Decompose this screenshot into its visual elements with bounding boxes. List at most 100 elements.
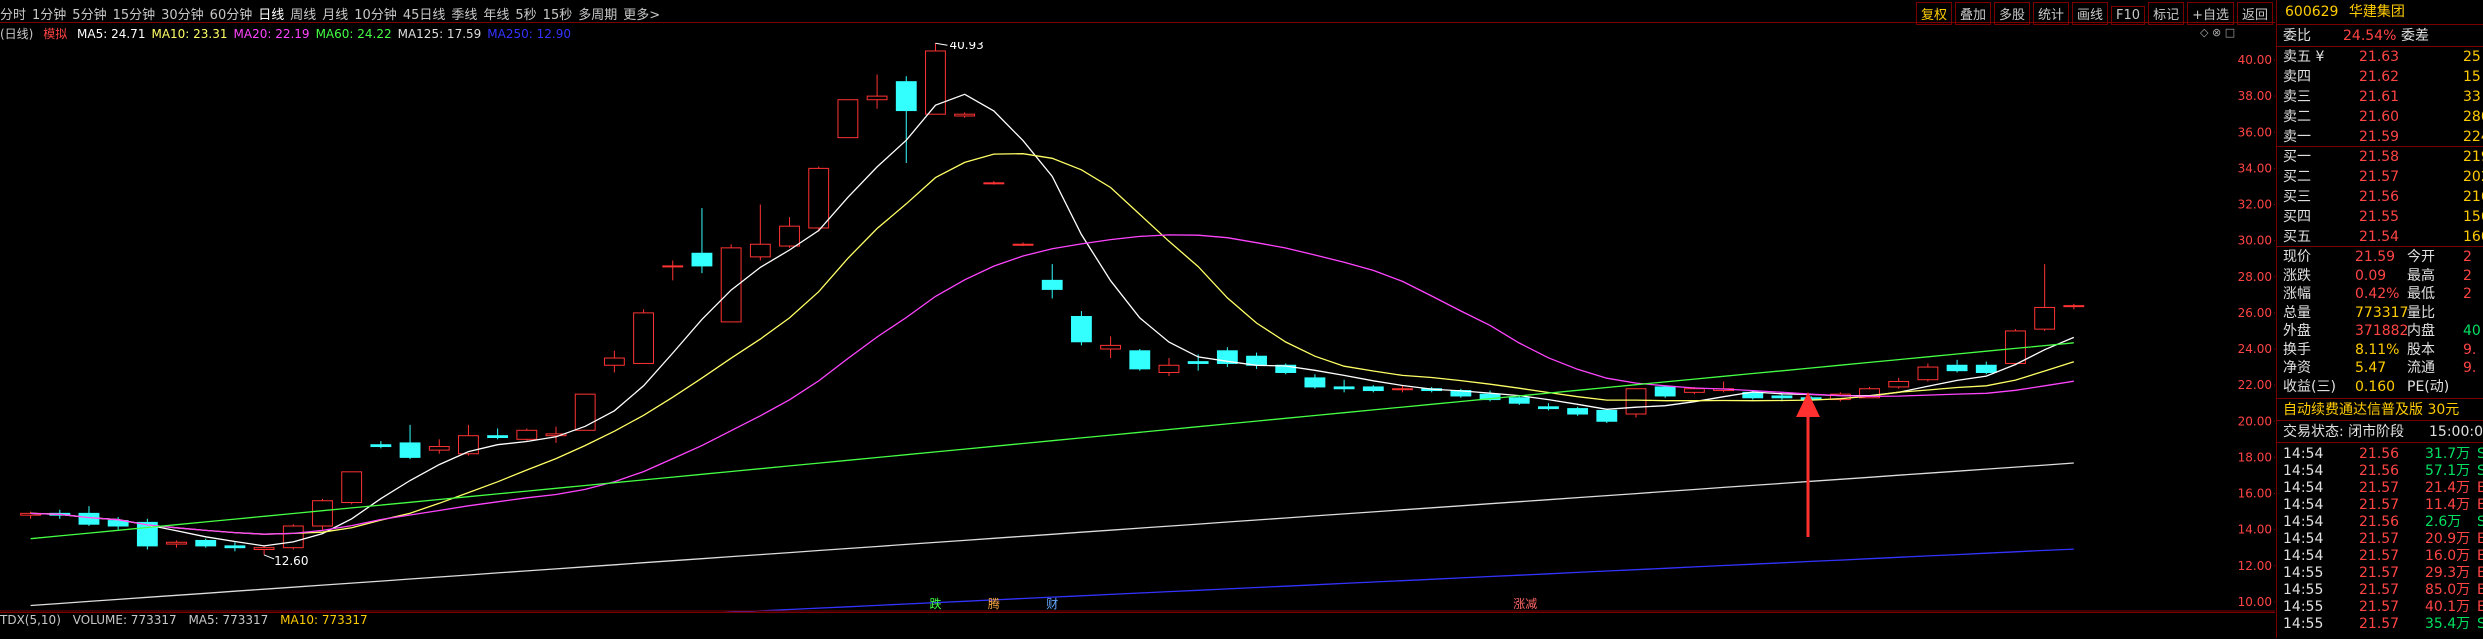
trade-status-label: 交易状态: [2283,424,2344,440]
tick-volume: 85.0万 [2425,582,2471,598]
stat-row: 外盘 371882 内盘 40 [2283,323,2481,339]
tick-price: 21.57 [2359,480,2400,496]
period-tab[interactable]: 分时 [0,8,26,23]
book-label: 买五 [2283,229,2311,245]
ask-row[interactable]: 卖三 21.61 33 [2283,89,2481,105]
y-tick-label: 30.00 [2238,234,2272,248]
period-tab[interactable]: 5分钟 [72,8,106,23]
event-marker: 跌 [929,596,941,611]
period-tab[interactable]: 10分钟 [354,8,397,23]
stat-row: 涨幅 0.42% 最低 2 [2283,286,2472,302]
book-volume: 219 [2463,149,2483,165]
bid-row[interactable]: 买二 21.57 202 [2283,169,2483,185]
tool-button[interactable]: 统计 [2033,2,2070,25]
renewal-text[interactable]: 自动续费通达信普及版 30元 [2283,402,2459,418]
candle-body [166,541,187,545]
ask-row[interactable]: 卖五 ¥ 21.63 25 [2283,49,2481,65]
ask-row[interactable]: 卖二 21.60 280 [2283,109,2483,125]
square-icon[interactable]: □ [2225,26,2235,39]
candle-body [2034,306,2056,330]
tool-button[interactable]: 多股 [1993,2,2030,25]
book-price: 21.60 [2359,109,2400,125]
stat-label: 收益(三) [2283,378,2336,395]
candle-body [1187,361,1209,364]
candle-body [749,243,771,258]
tick-row: 14:54 21.57 21.4万 B [2283,480,2483,496]
period-tab[interactable]: 5秒 [515,8,536,23]
book-label: 买一 [2283,149,2311,165]
ma-legend-item: MA250: 12.90 [487,27,571,41]
period-tab[interactable]: 年线 [483,8,509,23]
stat-label: 总量 [2283,304,2311,321]
candle-body [1771,395,1793,399]
volume-legend: TDX(5,10) VOLUME: 773317 MA5: 773317 MA1… [0,612,2275,639]
tick-volume: 21.4万 [2425,480,2471,496]
candle-body [1333,386,1355,390]
bid-row[interactable]: 买四 21.55 156 [2283,209,2483,225]
tool-button[interactable]: 叠加 [1954,2,1991,25]
tick-side: S [2477,514,2483,530]
candle-body [1129,350,1151,370]
ask-row[interactable]: 卖一 21.59 224 [2283,129,2483,145]
tool-button[interactable]: +自选 [2187,2,2234,25]
tool-button[interactable]: 返回 [2236,2,2273,25]
book-price: 21.63 [2359,49,2400,65]
volume-ma10: MA10: 773317 [280,613,368,627]
candlestick-chart[interactable]: 40.00 38.00 36.00 34.00 32.00 30.00 28.00 26.00… [0,42,2275,612]
book-label: 卖一 [2283,129,2311,145]
period-tab[interactable]: 30分钟 [161,8,204,23]
period-tab[interactable]: 多周期 [578,8,617,23]
stat-label-2: PE(动) [2407,378,2450,395]
ask-row[interactable]: 卖四 21.62 15 [2283,69,2481,85]
book-volume: 156 [2463,209,2483,225]
tick-price: 21.57 [2359,565,2400,581]
period-tab[interactable]: 15秒 [543,8,573,23]
bid-row[interactable]: 买一 21.58 219 [2283,149,2483,165]
candle-body [312,500,333,527]
book-label: 卖三 [2283,89,2311,105]
period-tab[interactable]: 季线 [451,8,477,23]
diamond-icon[interactable]: ◇ [2200,26,2208,39]
candle-body [399,442,421,458]
tick-side: B [2477,548,2483,564]
candle-body [78,512,100,525]
candle-body [954,113,976,117]
period-tab[interactable]: 1分钟 [32,8,66,23]
tick-side: B [2477,497,2483,513]
stat-value-2: 40 [2463,323,2481,339]
candle-body [1158,364,1180,373]
tool-button[interactable]: F10 [2111,6,2146,25]
tool-button[interactable]: 画线 [2072,2,2109,25]
period-tab[interactable]: 月线 [322,8,348,23]
period-tab[interactable]: 15分钟 [113,8,156,23]
period-tab[interactable]: 60分钟 [210,8,253,23]
candle-body [428,446,450,451]
weibi-row: 委比 24.54% 委差 [2283,28,2429,44]
bid-row[interactable]: 买五 21.54 160 [2283,229,2483,245]
stat-label: 净资 [2283,360,2311,376]
stat-label: 涨跌 [2283,267,2311,284]
period-tab[interactable]: 周线 [290,8,316,23]
trade-status: 交易状态: 闭市阶段 15:00:02 [2283,424,2483,440]
period-tab[interactable]: 日线 [258,8,284,23]
bid-row[interactable]: 买三 21.56 216 [2283,189,2483,205]
settings-icon[interactable]: ⊗ [2212,26,2221,39]
tick-volume: 11.4万 [2425,497,2471,513]
stat-label: 外盘 [2283,323,2311,339]
renewal-notice[interactable]: 自动续费通达信普及版 30元 [2283,402,2459,418]
stat-label-2: 股本 [2407,341,2435,358]
tick-time: 14:54 [2283,446,2324,462]
candle-body [253,547,275,550]
tool-button[interactable]: 复权 [1915,2,1952,25]
book-volume: 33 [2463,89,2481,105]
tick-volume: 31.7万 [2425,446,2471,462]
tick-side: B [2477,582,2483,598]
simulation-tag[interactable]: 模拟 [43,27,67,41]
tool-button[interactable]: 标记 [2148,2,2185,25]
stat-value: 21.59 [2355,249,2396,265]
period-tab[interactable]: 45日线 [403,8,446,23]
period-tab[interactable]: 更多> [623,8,660,23]
book-volume: 15 [2463,69,2481,85]
y-tick-label: 14.00 [2238,523,2272,537]
trade-status-value: 闭市阶段 [2348,424,2405,440]
